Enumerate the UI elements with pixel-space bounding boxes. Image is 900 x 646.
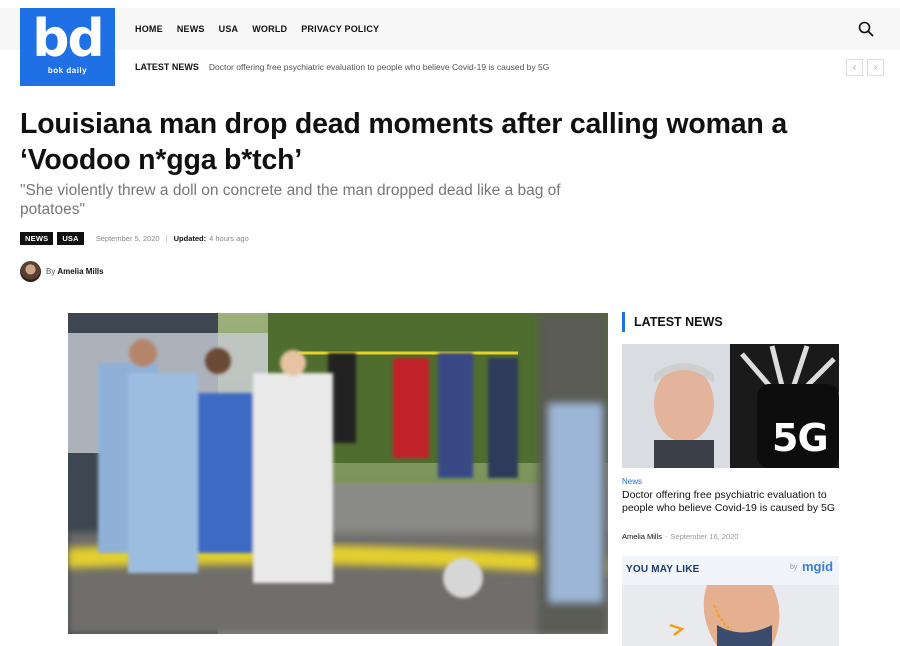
sidebar-article-image[interactable]: 5G xyxy=(622,344,839,468)
sidebar-article-date: September 16, 2020 xyxy=(670,532,739,541)
you-may-like-label: YOU MAY LIKE xyxy=(626,564,700,575)
nav-world[interactable]: WORLD xyxy=(252,24,287,34)
sidebar-article-author[interactable]: Amelia Mills xyxy=(622,532,662,541)
author-by-label: By xyxy=(46,267,56,276)
tag-news[interactable]: NEWS xyxy=(20,232,54,245)
sponsored-ad-image[interactable] xyxy=(622,585,839,646)
article-title-line-1: Louisiana man drop dead moments after ca… xyxy=(20,108,787,140)
author-avatar[interactable] xyxy=(20,261,41,282)
nav-usa[interactable]: USA xyxy=(219,24,239,34)
mgid-logo[interactable]: mgid xyxy=(802,559,833,574)
nav-news[interactable]: NEWS xyxy=(177,24,205,34)
ticker-next-button[interactable]: › xyxy=(867,59,884,76)
search-icon[interactable] xyxy=(858,21,874,37)
site-logo[interactable]: bd bok daily xyxy=(20,8,115,86)
article-meta: NEWS USA September 5, 2020 | Updated: 4 … xyxy=(20,232,249,245)
article-title: Louisiana man drop dead moments after ca… xyxy=(20,106,800,178)
sidebar-article-meta: Amelia Mills - September 16, 2020 xyxy=(622,532,738,541)
news-ticker: LATEST NEWS Doctor offering free psychia… xyxy=(135,62,549,72)
nav-home[interactable]: HOME xyxy=(135,24,163,34)
sidebar-image-text: 5G xyxy=(772,416,829,460)
main-nav: HOME NEWS USA WORLD PRIVACY POLICY xyxy=(135,8,379,50)
author-name[interactable]: Amelia Mills xyxy=(57,267,103,276)
featured-image xyxy=(68,313,608,634)
updated-label: Updated: xyxy=(173,234,207,243)
sidebar-meta-dash: - xyxy=(665,532,668,541)
article-author: By Amelia Mills xyxy=(20,261,104,282)
publish-date: September 5, 2020 xyxy=(95,234,160,243)
sidebar-article-category[interactable]: News xyxy=(622,477,642,486)
logo-mark: bd xyxy=(32,9,104,69)
ticker-controls: ‹ › xyxy=(846,59,884,76)
mgid-by-label: by xyxy=(790,564,798,571)
updated-value: 4 hours ago xyxy=(209,234,249,243)
ticker-label: LATEST NEWS xyxy=(135,62,199,72)
nav-privacy-policy[interactable]: PRIVACY POLICY xyxy=(301,24,379,34)
article-subtitle: "She violently threw a doll on concrete … xyxy=(20,182,561,218)
sidebar-article-title[interactable]: Doctor offering free psychiatric evaluat… xyxy=(622,489,842,515)
ticker-headline[interactable]: Doctor offering free psychiatric evaluat… xyxy=(209,62,550,72)
meta-separator: | xyxy=(165,234,168,243)
article-title-line-2: ‘Voodoo n*gga b*tch’ xyxy=(20,144,303,176)
you-may-like-widget: YOU MAY LIKE by mgid xyxy=(622,556,839,646)
ticker-prev-button[interactable]: ‹ xyxy=(846,59,863,76)
sidebar-latest-news-heading: LATEST NEWS xyxy=(622,312,723,332)
tag-usa[interactable]: USA xyxy=(57,232,84,245)
